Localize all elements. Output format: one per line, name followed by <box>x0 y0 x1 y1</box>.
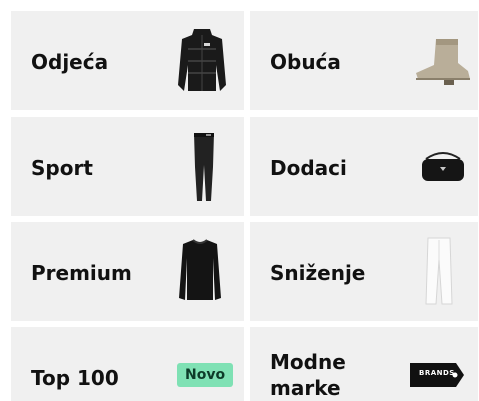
category-tile-snizenje[interactable]: Sniženje <box>250 222 478 321</box>
category-tile-top-100[interactable]: Top 100 Novo <box>11 327 244 401</box>
brands-tag-text: BRANDS <box>419 369 455 377</box>
category-label: Top 100 <box>31 366 119 390</box>
new-badge: Novo <box>177 363 234 387</box>
category-tile-odjeca[interactable]: Odjeća <box>11 11 244 110</box>
category-label: Modne marke <box>270 350 346 400</box>
category-tile-premium[interactable]: Premium <box>11 222 244 321</box>
category-tile-dodaci[interactable]: Dodaci <box>250 117 478 216</box>
category-label: Odjeća <box>31 50 109 74</box>
category-label: Obuća <box>270 50 341 74</box>
white-trousers-icon <box>424 236 454 310</box>
handbag-icon <box>418 147 468 187</box>
category-label: Dodaci <box>270 156 347 180</box>
sweater-icon <box>177 238 223 308</box>
category-label: Sport <box>31 156 93 180</box>
category-tile-modne-marke[interactable]: Modne marke BRANDS <box>250 327 478 401</box>
puffer-jacket-icon <box>176 25 228 99</box>
leggings-icon <box>191 131 217 207</box>
brands-tag-icon: BRANDS <box>410 363 464 387</box>
ankle-boot-icon <box>414 37 472 91</box>
category-label: Sniženje <box>270 261 366 285</box>
category-tile-sport[interactable]: Sport <box>11 117 244 216</box>
category-label: Premium <box>31 261 132 285</box>
category-tile-obuca[interactable]: Obuća <box>250 11 478 110</box>
category-grid: Odjeća Obuća Sport Dodaci Premium Snižen… <box>0 0 479 401</box>
